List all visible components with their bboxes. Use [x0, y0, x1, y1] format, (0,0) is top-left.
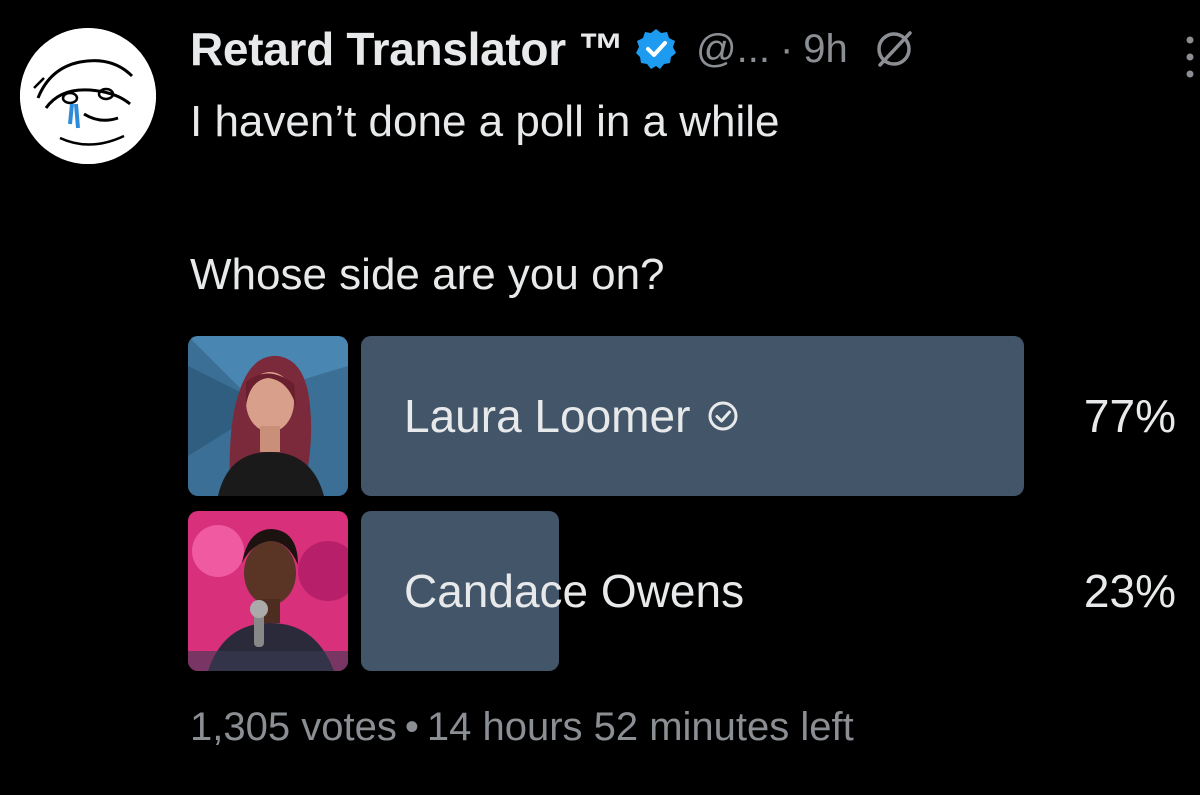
avatar-meme-face-image — [20, 28, 156, 164]
tweet: Retard Translator ™ @... · 9h I haven’t … — [0, 0, 1200, 795]
more-vertical-icon[interactable] — [1184, 32, 1196, 82]
option-label: Candace Owens — [404, 565, 745, 617]
option-label: Laura Loomer — [404, 390, 691, 442]
option-label-row: Laura Loomer — [404, 336, 740, 496]
author-name[interactable]: Retard Translator ™ — [190, 22, 624, 76]
avatar[interactable] — [20, 28, 156, 164]
time-left: 14 hours 52 minutes left — [426, 705, 854, 749]
poll-option[interactable]: Laura Loomer 77% — [188, 336, 1188, 496]
grok-icon[interactable] — [872, 27, 916, 71]
header-separator: · — [779, 26, 794, 71]
author-handle[interactable]: @... — [696, 27, 770, 72]
option-label-row: Candace Owens — [404, 511, 744, 671]
option-percent: 23% — [1083, 565, 1176, 617]
verified-badge-icon[interactable] — [634, 27, 678, 71]
poll-question: Whose side are you on? — [190, 250, 665, 299]
poll-footer: 1,305 votes • 14 hours 52 minutes left — [190, 705, 854, 750]
poll-option[interactable]: Candace Owens 23% — [188, 511, 1188, 671]
tweet-text: I haven’t done a poll in a while — [190, 97, 780, 146]
footer-separator: • — [404, 705, 419, 749]
tweet-header: Retard Translator ™ @... · 9h — [190, 18, 916, 80]
option-image-laura-loomer — [188, 336, 348, 496]
vote-count: 1,305 votes — [190, 705, 397, 749]
tweet-timestamp[interactable]: 9h — [803, 27, 848, 72]
option-image-candace-owens — [188, 511, 348, 671]
option-percent: 77% — [1083, 390, 1176, 442]
selected-check-icon — [708, 401, 738, 431]
